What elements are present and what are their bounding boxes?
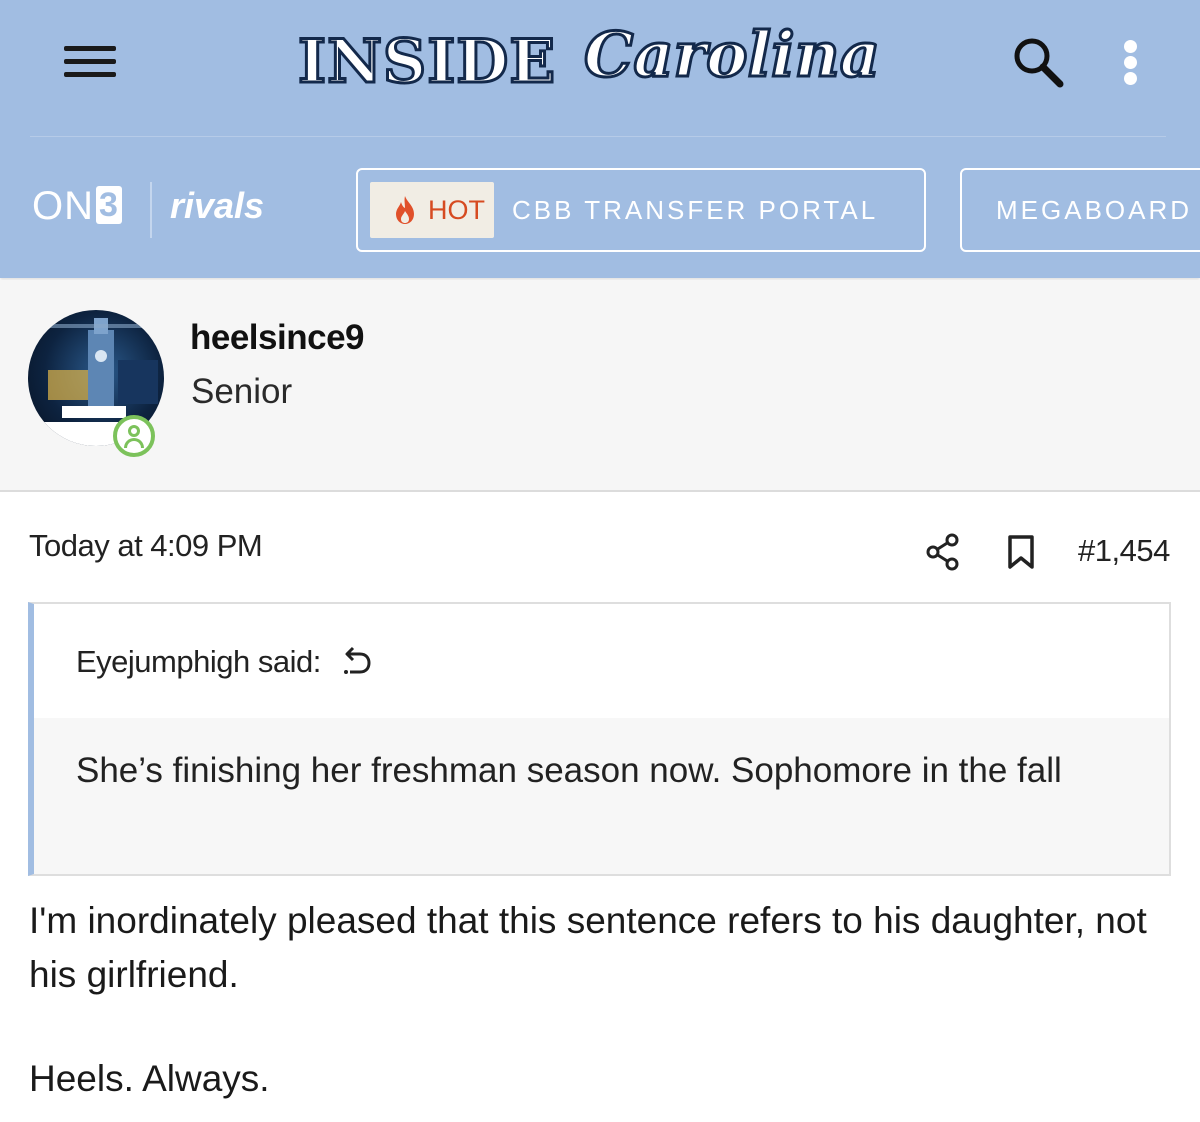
post-number[interactable]: #1,454 (1078, 533, 1170, 569)
flame-icon (396, 196, 414, 224)
post-paragraph: Heels. Always. (29, 1058, 270, 1099)
post-body: I'm inordinately pleased that this sente… (29, 894, 1169, 1122)
hot-badge-label: HOT (428, 195, 485, 225)
post-timestamp[interactable]: Today at 4:09 PM (29, 528, 263, 564)
search-icon[interactable] (1008, 32, 1068, 92)
quote-block: Eyejumphigh said: She’s finishing her fr… (28, 602, 1171, 876)
post-author-row: heelsince9 Senior (0, 280, 1200, 492)
author-title: Senior (191, 372, 293, 411)
hot-badge: HOT (370, 182, 494, 238)
site-header: INSIDE Carolina ON 3 rivals HOT CBB TRANS… (0, 0, 1200, 278)
share-icon[interactable] (926, 533, 960, 571)
jump-to-quote-icon[interactable] (340, 644, 374, 678)
on3-text: ON (32, 184, 94, 228)
brand-separator (150, 182, 152, 238)
post-paragraph: I'm inordinately pleased that this sente… (29, 900, 1147, 995)
quote-author[interactable]: Eyejumphigh said: (76, 644, 321, 680)
more-dot (1124, 56, 1137, 69)
more-vertical-icon[interactable] (1116, 36, 1146, 90)
header-divider (30, 136, 1166, 137)
nav-label: MEGABOARD (996, 195, 1193, 225)
hamburger-line (64, 72, 116, 77)
hamburger-line (64, 59, 116, 64)
quote-text: She’s finishing her freshman season now.… (76, 751, 1062, 790)
hamburger-line (64, 46, 116, 51)
author-username[interactable]: heelsince9 (190, 318, 365, 358)
online-user-icon (113, 415, 155, 457)
nav-cbb-transfer-portal[interactable]: HOT CBB TRANSFER PORTAL (356, 168, 926, 252)
site-logo[interactable]: INSIDE Carolina (296, 22, 881, 102)
quote-header: Eyejumphigh said: (34, 604, 1169, 718)
on3-digit: 3 (96, 186, 122, 224)
more-dot (1124, 40, 1137, 53)
more-dot (1124, 72, 1137, 85)
hamburger-menu-icon[interactable] (60, 40, 120, 84)
nav-label: CBB TRANSFER PORTAL (512, 195, 879, 225)
rivals-brand-logo[interactable]: rivals (170, 188, 264, 224)
bookmark-icon[interactable] (1006, 534, 1036, 570)
on3-brand-logo[interactable]: ON 3 (32, 186, 122, 226)
logo-inside-text: INSIDE (296, 27, 557, 97)
logo-carolina-text: Carolina (583, 18, 882, 91)
nav-megaboard[interactable]: MEGABOARD (960, 168, 1200, 252)
